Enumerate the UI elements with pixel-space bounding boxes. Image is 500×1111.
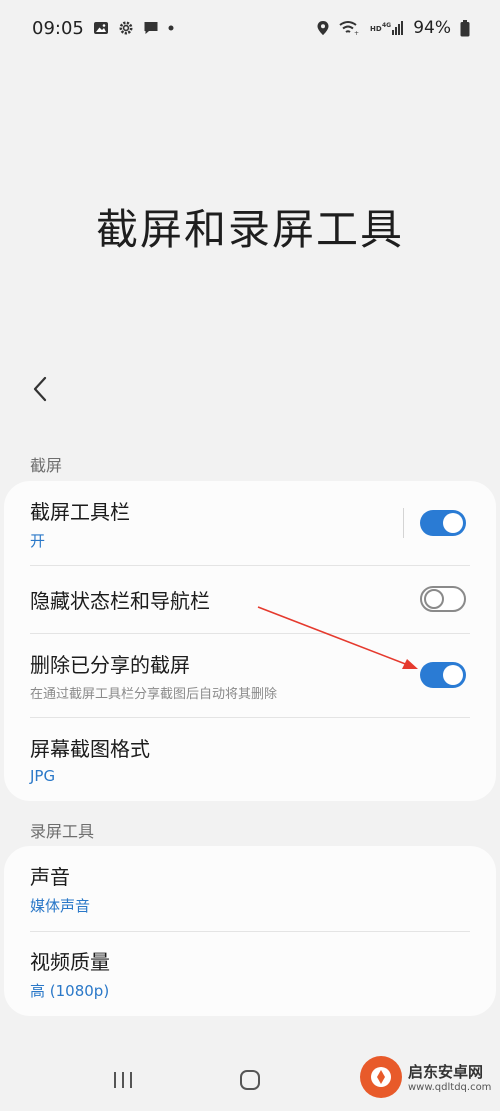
watermark-name: 启东安卓网	[408, 1063, 484, 1081]
section-label-screenshot: 截屏	[30, 456, 63, 475]
setting-subtitle: 媒体声音	[30, 897, 91, 915]
status-bar: 09:05 + HD 4G 94%	[0, 0, 500, 56]
row-divider	[403, 508, 404, 538]
home-button[interactable]	[220, 1062, 280, 1102]
svg-text:+: +	[354, 30, 359, 36]
location-icon	[316, 20, 330, 36]
watermark-text: 启东安卓网 www.qdltdq.com	[408, 1061, 491, 1093]
setting-screenshot-toolbar[interactable]: 截屏工具栏 开	[4, 481, 496, 565]
recents-button[interactable]	[93, 1062, 153, 1102]
gear-icon	[118, 20, 134, 36]
watermark-logo-icon	[360, 1056, 402, 1098]
switch-knob	[443, 665, 463, 685]
notification-dot-icon	[168, 25, 174, 31]
back-button[interactable]	[26, 373, 54, 409]
watermark: 启东安卓网 www.qdltdq.com	[360, 1043, 500, 1111]
setting-title: 声音	[30, 865, 70, 889]
back-arrow-icon	[32, 376, 48, 406]
switch-knob	[424, 589, 444, 609]
battery-percent: 94%	[413, 18, 451, 38]
recents-icon	[112, 1071, 134, 1093]
setting-title: 屏幕截图格式	[30, 737, 150, 761]
watermark-url: www.qdltdq.com	[408, 1082, 492, 1093]
image-icon	[93, 20, 109, 36]
setting-screenshot-format[interactable]: 屏幕截图格式 JPG	[4, 717, 496, 801]
page-title: 截屏和录屏工具	[95, 205, 404, 254]
screenshot-settings-card: 截屏工具栏 开 隐藏状态栏和导航栏 删除已分享的截屏 在通过截屏工具栏分享截图后…	[4, 481, 496, 801]
setting-sound[interactable]: 声音 媒体声音	[4, 846, 496, 931]
wifi-icon: +	[339, 20, 361, 36]
switch-knob	[443, 513, 463, 533]
hide-status-nav-switch[interactable]	[420, 586, 466, 612]
signal-icon: HD 4G	[370, 20, 404, 36]
svg-text:HD: HD	[370, 25, 382, 33]
section-label-recording: 录屏工具	[30, 822, 95, 841]
setting-hide-status-nav-bar[interactable]: 隐藏状态栏和导航栏	[4, 565, 496, 633]
status-bar-left: 09:05	[32, 18, 174, 39]
home-icon	[239, 1069, 261, 1095]
recording-settings-card: 声音 媒体声音 视频质量 高 (1080p)	[4, 846, 496, 1016]
battery-icon	[460, 19, 470, 37]
setting-video-quality[interactable]: 视频质量 高 (1080p)	[4, 931, 496, 1016]
screenshot-toolbar-switch[interactable]	[420, 510, 466, 536]
setting-title: 视频质量	[30, 950, 110, 974]
delete-shared-switch[interactable]	[420, 662, 466, 688]
message-icon	[143, 20, 159, 36]
setting-subtitle: JPG	[30, 767, 56, 785]
status-bar-right: + HD 4G 94%	[316, 18, 470, 38]
setting-subtitle: 高 (1080p)	[30, 982, 110, 1000]
svg-text:4G: 4G	[382, 22, 391, 29]
setting-delete-shared-screenshot[interactable]: 删除已分享的截屏 在通过截屏工具栏分享截图后自动将其删除	[4, 633, 496, 717]
status-time: 09:05	[32, 17, 84, 39]
